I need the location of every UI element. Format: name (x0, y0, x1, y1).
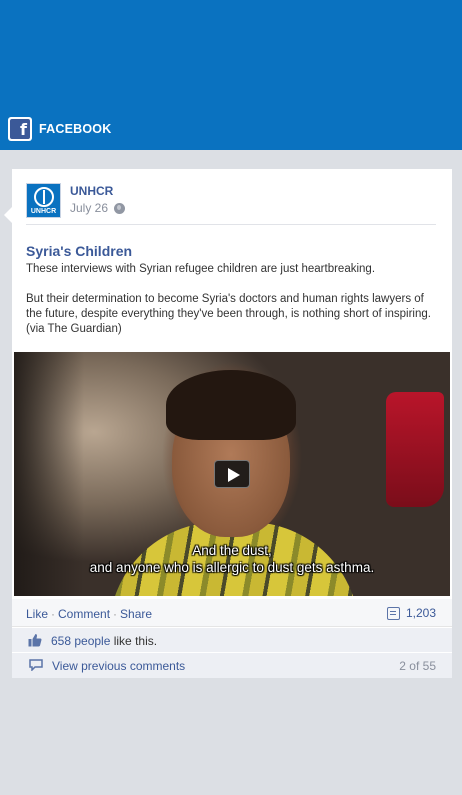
play-button-icon[interactable] (214, 460, 250, 488)
card-notch (4, 207, 12, 223)
facebook-icon: f (8, 117, 32, 141)
likes-row: 658 people like this. (12, 628, 452, 653)
view-previous-comments-link[interactable]: View previous comments (52, 659, 185, 673)
subtitle-line: And the dust, (192, 543, 272, 558)
post-paragraph: But their determination to become Syria'… (26, 293, 431, 335)
share-link[interactable]: Share (120, 607, 152, 621)
subtitle-line: and anyone who is allergic to dust gets … (89, 560, 375, 575)
video-red-cloth (386, 392, 444, 507)
post-paragraph: These interviews with Syrian refugee chi… (26, 263, 376, 275)
video-subtitles: And the dust, and anyone who is allergic… (14, 542, 450, 576)
like-link[interactable]: Like (26, 607, 48, 621)
share-icon (386, 606, 400, 620)
post-actions-bar: Like · Comment · Share 1,203 (12, 599, 452, 627)
page-name-link[interactable]: UNHCR (70, 184, 113, 198)
facebook-post-card: UNHCR UNHCR July 26 Syria's Children The… (4, 169, 452, 678)
facebook-tag[interactable]: f FACEBOOK (8, 117, 111, 141)
avatar-text: UNHCR (30, 207, 57, 215)
video-player[interactable]: And the dust, and anyone who is allergic… (14, 352, 450, 596)
thumbs-up-icon (28, 634, 42, 647)
post-meta: July 26 (70, 201, 126, 215)
action-links: Like · Comment · Share (26, 607, 152, 621)
post-title-link[interactable]: Syria's Children (26, 243, 132, 259)
comment-bubble-icon (29, 659, 43, 671)
likes-count-link[interactable]: 658 people (51, 634, 110, 648)
globe-icon[interactable] (114, 202, 126, 214)
separator-dot: · (51, 607, 56, 621)
comment-count: 2 of 55 (399, 659, 436, 673)
unhcr-logo-icon (33, 186, 54, 207)
likes-suffix: like this. (110, 634, 158, 648)
video-boy-hair (166, 370, 296, 440)
avatar[interactable]: UNHCR (26, 183, 61, 218)
comment-link[interactable]: Comment (58, 607, 110, 621)
comments-row: View previous comments 2 of 55 (12, 653, 452, 678)
post-header: UNHCR UNHCR July 26 (26, 183, 436, 225)
share-count[interactable]: 1,203 (386, 606, 436, 620)
post-date[interactable]: July 26 (70, 201, 108, 215)
post-body: These interviews with Syrian refugee chi… (26, 262, 442, 337)
likes-text: 658 people like this. (51, 634, 157, 648)
separator-dot: · (113, 607, 118, 621)
share-count-value: 1,203 (405, 606, 436, 620)
facebook-label: FACEBOOK (39, 122, 112, 136)
